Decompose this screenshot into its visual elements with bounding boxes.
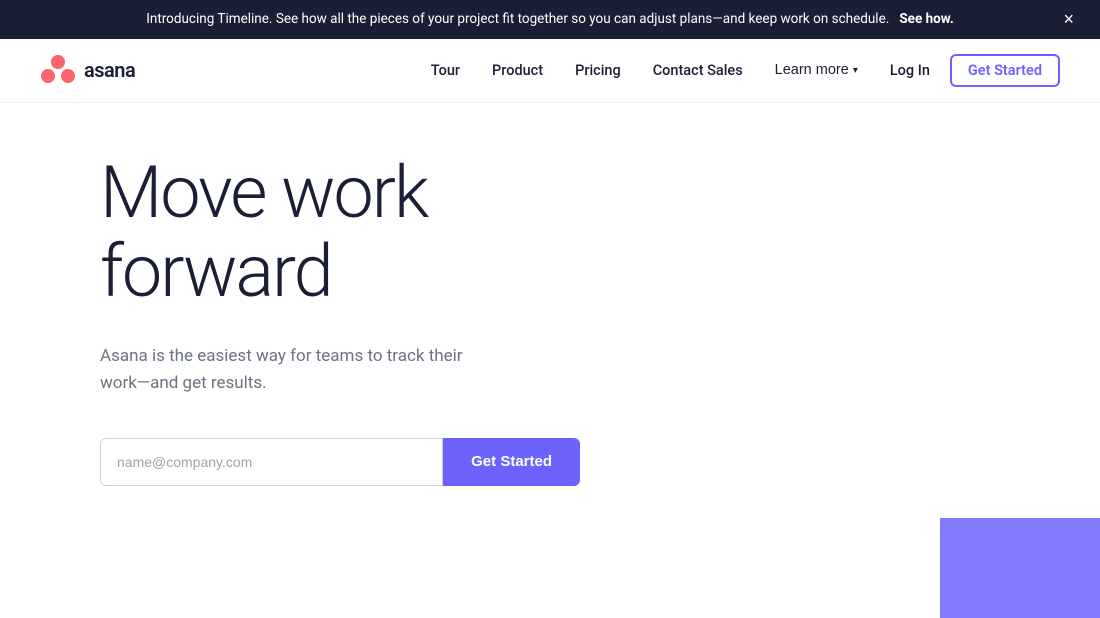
nav-login[interactable]: Log In (878, 56, 942, 85)
nav-get-started-button[interactable]: Get Started (950, 54, 1060, 87)
nav-pricing[interactable]: Pricing (563, 56, 633, 85)
blob-shape (940, 518, 1100, 618)
decorative-blob (940, 518, 1100, 618)
hero-subtitle: Asana is the easiest way for teams to tr… (100, 343, 500, 397)
hero-section: Move work forward Asana is the easiest w… (0, 103, 1100, 486)
email-input[interactable] (100, 438, 443, 486)
chevron-down-icon: ▾ (853, 65, 858, 76)
hero-title: Move work forward (100, 153, 660, 311)
nav-product[interactable]: Product (480, 56, 555, 85)
nav-learn-more[interactable]: Learn more ▾ (763, 56, 870, 84)
banner-message: Introducing Timeline. See how all the pi… (146, 11, 889, 27)
logo-text: asana (84, 58, 135, 82)
logo[interactable]: asana (40, 52, 135, 88)
nav-links: Tour Product Pricing Contact Sales Learn… (419, 54, 1060, 87)
cta-form: Get Started (100, 438, 580, 486)
get-started-button[interactable]: Get Started (443, 438, 580, 486)
banner-link[interactable]: See how. (899, 11, 953, 27)
announcement-banner: Introducing Timeline. See how all the pi… (0, 0, 1100, 39)
nav-contact-sales[interactable]: Contact Sales (641, 56, 755, 85)
logo-icon (40, 52, 76, 88)
banner-text: Introducing Timeline. See how all the pi… (40, 10, 1060, 29)
navbar: asana Tour Product Pricing Contact Sales… (0, 39, 1100, 103)
banner-close-button[interactable]: × (1057, 8, 1080, 30)
nav-tour[interactable]: Tour (419, 56, 472, 85)
